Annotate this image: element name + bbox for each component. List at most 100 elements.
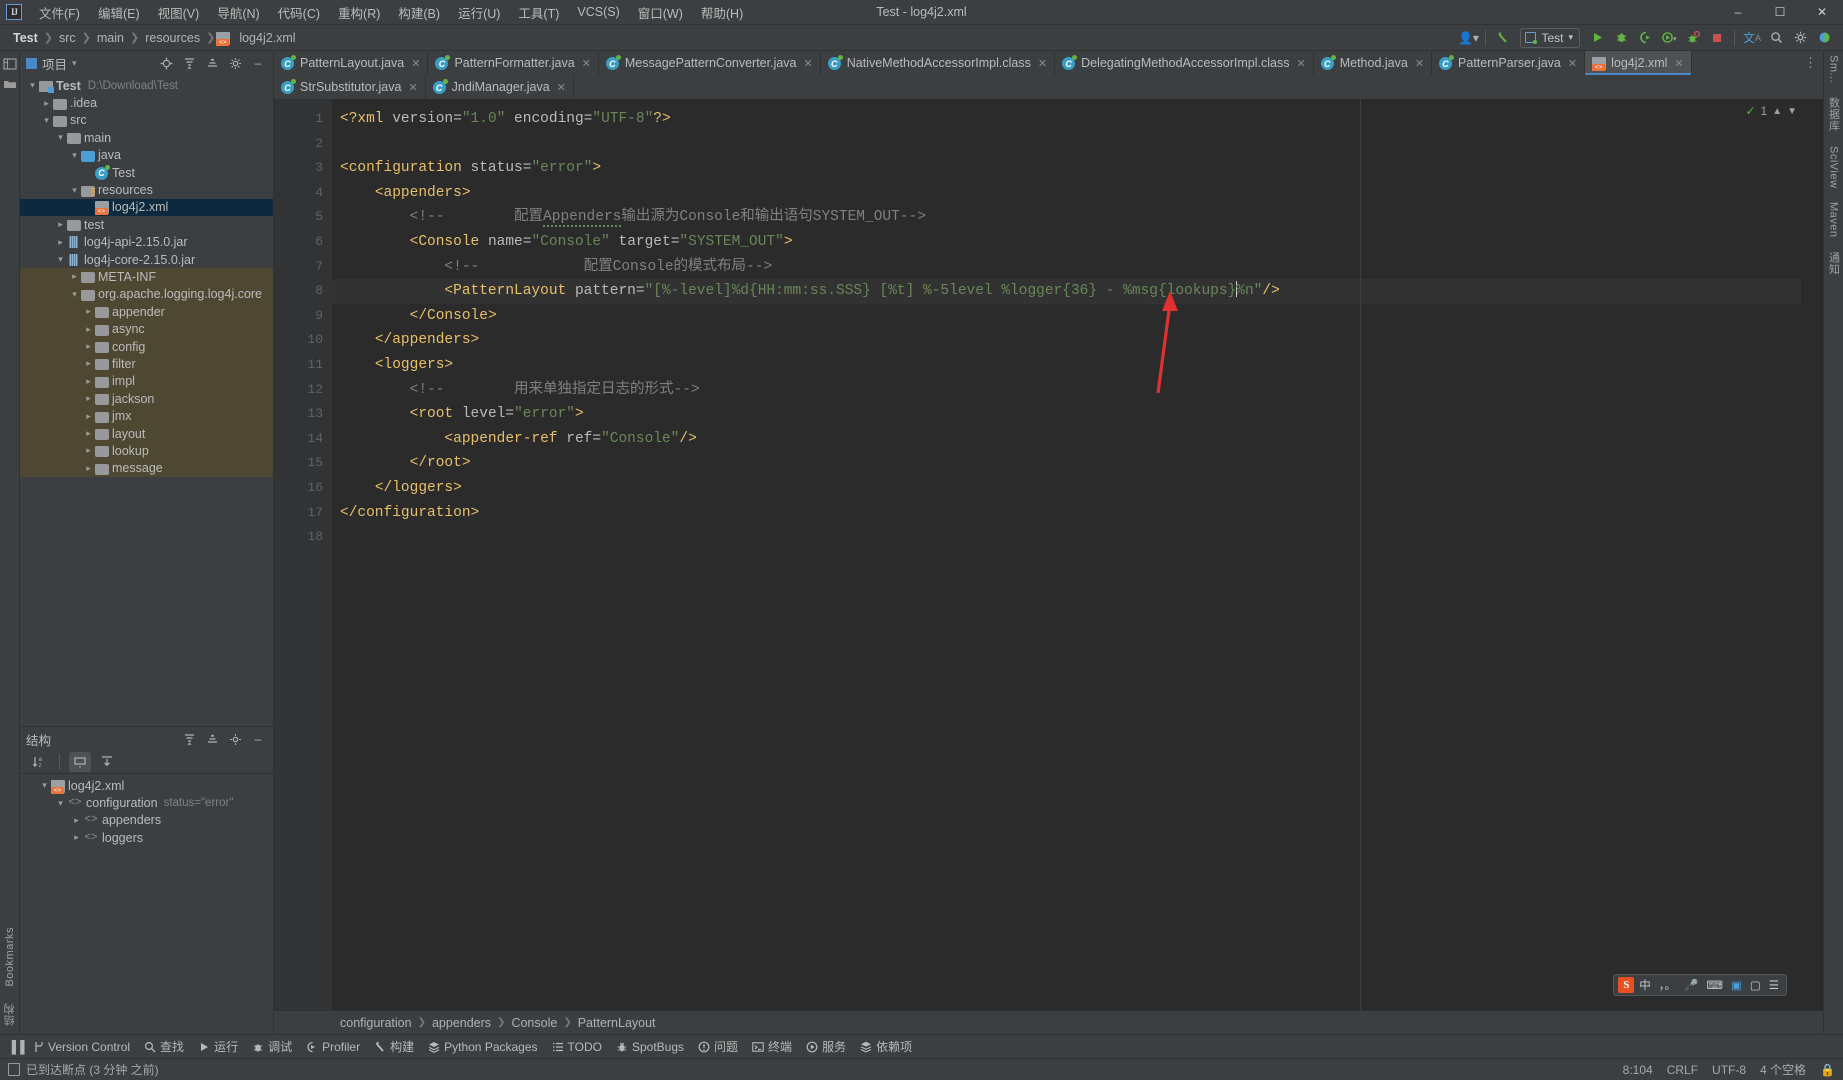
line-number[interactable]: 1 bbox=[274, 107, 332, 132]
chevron-right-icon[interactable] bbox=[82, 428, 95, 439]
chevron-right-icon[interactable] bbox=[70, 832, 83, 843]
chevron-down-icon[interactable]: ▾ bbox=[72, 58, 77, 69]
close-tab-icon[interactable]: ✕ bbox=[582, 57, 591, 70]
translate-icon[interactable]: 文A bbox=[1741, 28, 1763, 48]
editor-tab[interactable]: C NativeMethodAccessorImpl.class ✕ bbox=[820, 51, 1056, 75]
menu-item-1[interactable]: 编辑(E) bbox=[89, 0, 149, 25]
editor-tab[interactable]: C JndiManager.java ✕ bbox=[425, 75, 574, 99]
chevron-right-icon[interactable] bbox=[82, 341, 95, 352]
next-problem-icon[interactable]: ▼ bbox=[1787, 106, 1797, 117]
lock-icon[interactable]: 🔒 bbox=[1820, 1063, 1835, 1077]
project-tree-row[interactable]: jackson bbox=[20, 390, 273, 408]
project-tree-row[interactable]: .idea bbox=[20, 94, 273, 111]
line-number[interactable]: 6 bbox=[274, 230, 332, 255]
breadcrumb-item-3[interactable]: resources bbox=[140, 30, 205, 46]
structure-tree-row[interactable]: <> configuration status="error" bbox=[20, 794, 273, 811]
close-tab-icon[interactable]: ✕ bbox=[557, 81, 566, 94]
collapse-all-icon[interactable] bbox=[201, 53, 223, 73]
close-tab-icon[interactable]: ✕ bbox=[804, 57, 813, 70]
chevron-right-icon[interactable] bbox=[82, 463, 95, 474]
editor-breadcrumb-item[interactable]: PatternLayout bbox=[578, 1016, 656, 1030]
mic-icon[interactable]: 🎤 bbox=[1681, 978, 1701, 992]
folder-icon[interactable] bbox=[1, 75, 19, 93]
code-line[interactable]: <Console name="Console" target="SYSTEM_O… bbox=[332, 230, 1801, 255]
gear-icon[interactable] bbox=[224, 53, 246, 73]
toolwindow-button-1[interactable]: 查找 bbox=[138, 1036, 190, 1057]
editor-tab[interactable]: C PatternFormatter.java ✕ bbox=[428, 51, 599, 75]
close-tab-icon[interactable]: ✕ bbox=[1568, 57, 1577, 70]
code-line[interactable]: </configuration> bbox=[332, 501, 1801, 526]
line-number[interactable]: 8 bbox=[274, 279, 332, 304]
locate-icon[interactable] bbox=[155, 53, 177, 73]
toolwindow-button-5[interactable]: 构建 bbox=[368, 1036, 420, 1057]
editor-tab[interactable]: C StrSubstitutor.java ✕ bbox=[274, 75, 426, 99]
structure-tree[interactable]: log4j2.xml<>configurationstatus="error"<… bbox=[20, 774, 273, 1034]
menu-item-6[interactable]: 构建(B) bbox=[389, 0, 449, 25]
code-line[interactable] bbox=[332, 525, 1801, 550]
menu-item-8[interactable]: 工具(T) bbox=[509, 0, 568, 25]
indent-setting[interactable]: 4 个空格 bbox=[1760, 1061, 1806, 1078]
collapse-all-icon[interactable] bbox=[201, 729, 223, 749]
line-number[interactable]: 9 bbox=[274, 304, 332, 329]
right-rail-label-1[interactable]: 数据库 bbox=[1826, 97, 1842, 132]
toolwindow-button-10[interactable]: 终端 bbox=[746, 1036, 798, 1057]
editor-tabs-row-1[interactable]: C PatternLayout.java ✕ C PatternFormatter.ja… bbox=[274, 51, 1823, 75]
chevron-right-icon[interactable] bbox=[82, 411, 95, 422]
editor-tab[interactable]: C MessagePatternConverter.java ✕ bbox=[598, 51, 821, 75]
code-line[interactable]: <root level="error"> bbox=[332, 402, 1801, 427]
project-tree-row[interactable]: impl bbox=[20, 372, 273, 391]
chevron-down-icon[interactable] bbox=[54, 132, 67, 143]
close-tab-icon[interactable]: ✕ bbox=[1674, 57, 1683, 70]
project-tree-row[interactable]: appender bbox=[20, 303, 273, 321]
sort-by-visibility-icon[interactable] bbox=[69, 752, 91, 772]
code-editor[interactable]: <?xml version="1.0" encoding="UTF-8"?> <c… bbox=[332, 99, 1801, 1010]
chevron-down-icon[interactable] bbox=[38, 780, 51, 791]
menu-item-2[interactable]: 视图(V) bbox=[149, 0, 209, 25]
toolwindow-button-2[interactable]: 运行 bbox=[192, 1036, 244, 1057]
right-rail-label-3[interactable]: Maven bbox=[1828, 202, 1840, 238]
editor-tab[interactable]: C PatternLayout.java ✕ bbox=[274, 51, 429, 75]
line-number[interactable]: 5 bbox=[274, 205, 332, 230]
code-line[interactable]: <appenders> bbox=[332, 181, 1801, 206]
project-tree-row[interactable]: META-INF bbox=[20, 268, 273, 286]
line-number[interactable]: 11 bbox=[274, 353, 332, 378]
rerun-icon[interactable] bbox=[1682, 28, 1704, 48]
project-tree[interactable]: TestD:\Download\Test.ideasrcmainjavaCTes… bbox=[20, 75, 273, 726]
code-line[interactable] bbox=[332, 132, 1801, 157]
chevron-right-icon[interactable] bbox=[54, 219, 67, 230]
structure-tree-row[interactable]: log4j2.xml bbox=[20, 777, 273, 794]
chevron-down-icon[interactable] bbox=[68, 150, 81, 161]
debug-icon[interactable] bbox=[1610, 28, 1632, 48]
code-content[interactable]: <?xml version="1.0" encoding="UTF-8"?> <c… bbox=[332, 99, 1801, 550]
editor-breadcrumb-item[interactable]: configuration bbox=[340, 1016, 412, 1030]
hide-panel-icon[interactable]: – bbox=[247, 729, 269, 749]
project-tree-row[interactable]: log4j-api-2.15.0.jar bbox=[20, 234, 273, 251]
project-tree-row[interactable]: main bbox=[20, 129, 273, 146]
toolwindow-button-0[interactable]: Version Control bbox=[26, 1038, 136, 1056]
line-number-gutter[interactable]: 1 2 3 4 5 6 7 8 9 10 11 12 13 14 15 16 17 18 bbox=[274, 99, 332, 1010]
chevron-right-icon[interactable] bbox=[82, 324, 95, 335]
chevron-right-icon[interactable] bbox=[82, 445, 95, 456]
chevron-down-icon[interactable] bbox=[40, 115, 53, 126]
menu-item-5[interactable]: 重构(R) bbox=[329, 0, 389, 25]
run-icon[interactable] bbox=[1586, 28, 1608, 48]
project-tree-row[interactable]: log4j2.xml bbox=[20, 198, 273, 217]
code-line[interactable]: <appender-ref ref="Console"/> bbox=[332, 427, 1801, 452]
structure-rail-label[interactable]: 结构 bbox=[2, 1003, 18, 1026]
line-number[interactable]: 13 bbox=[274, 402, 332, 427]
project-tree-row[interactable]: Test D:\Download\Test bbox=[20, 77, 273, 94]
expand-all-icon[interactable] bbox=[178, 53, 200, 73]
ime-lang-toggle[interactable]: 中 bbox=[1636, 977, 1654, 993]
line-number[interactable]: 12 bbox=[274, 378, 332, 403]
ime-toolbar[interactable]: S 中 ，。 🎤 ⌨ ▣ ▢ ☰ bbox=[1613, 974, 1787, 996]
gear-icon[interactable] bbox=[224, 729, 246, 749]
line-number[interactable]: 18 bbox=[274, 525, 332, 550]
toolwindow-button-7[interactable]: TODO bbox=[546, 1038, 608, 1056]
expand-all-icon[interactable] bbox=[178, 729, 200, 749]
chevron-down-icon[interactable] bbox=[54, 798, 67, 809]
line-number[interactable]: 15 bbox=[274, 451, 332, 476]
minimize-button[interactable]: – bbox=[1717, 0, 1759, 25]
theme-icon[interactable] bbox=[1813, 28, 1835, 48]
code-line[interactable]: <configuration status="error"> bbox=[332, 156, 1801, 181]
project-icon[interactable] bbox=[1, 55, 19, 73]
